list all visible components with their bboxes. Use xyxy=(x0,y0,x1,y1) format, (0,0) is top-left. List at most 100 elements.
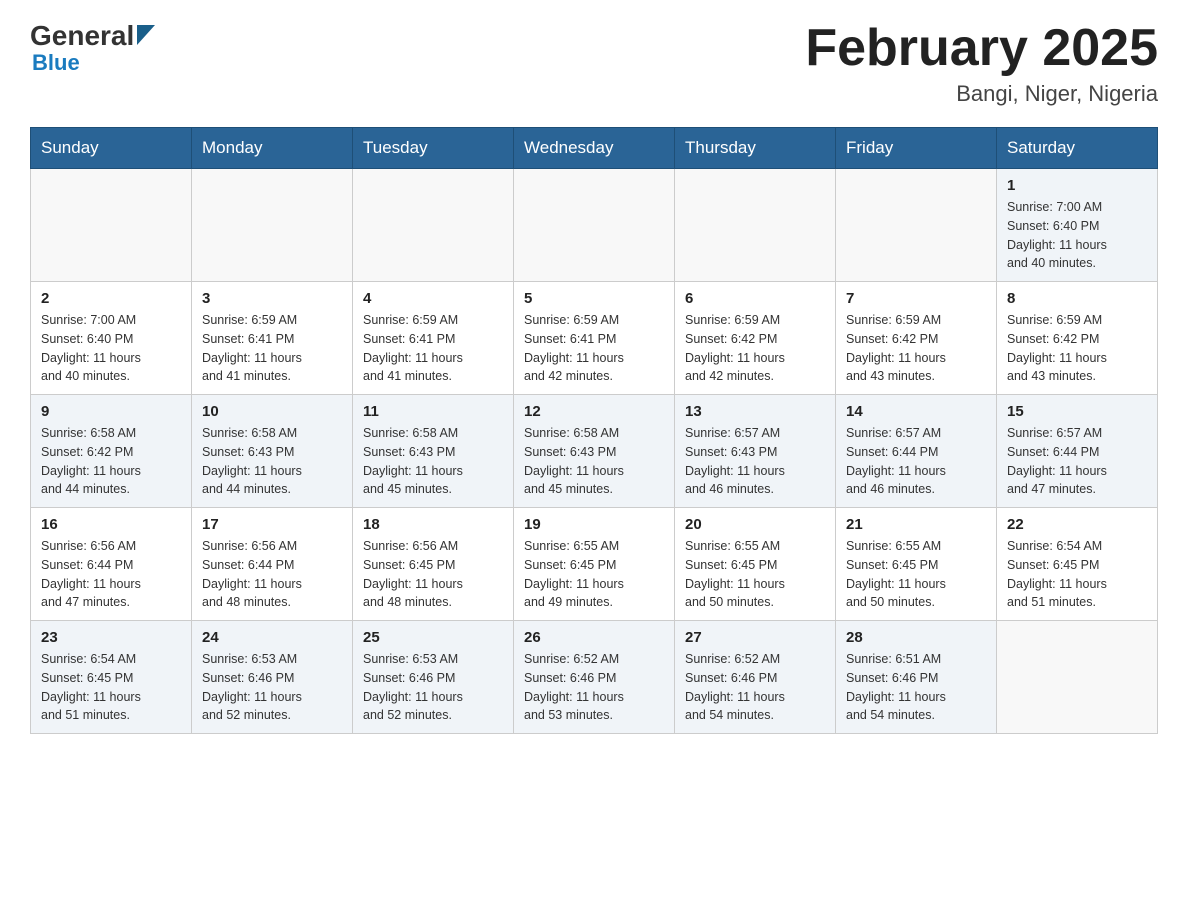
col-saturday: Saturday xyxy=(997,128,1158,169)
calendar-cell: 28 Sunrise: 6:51 AM Sunset: 6:46 PM Dayli… xyxy=(836,621,997,734)
calendar-cell: 5 Sunrise: 6:59 AM Sunset: 6:41 PM Daylig… xyxy=(514,282,675,395)
day-info: Sunrise: 7:00 AM Sunset: 6:40 PM Dayligh… xyxy=(41,311,181,386)
calendar-cell: 1 Sunrise: 7:00 AM Sunset: 6:40 PM Daylig… xyxy=(997,169,1158,282)
day-number: 21 xyxy=(846,516,986,533)
day-info: Sunrise: 6:55 AM Sunset: 6:45 PM Dayligh… xyxy=(846,537,986,612)
calendar-cell xyxy=(31,169,192,282)
day-number: 1 xyxy=(1007,177,1147,194)
day-number: 6 xyxy=(685,290,825,307)
calendar-header-row: Sunday Monday Tuesday Wednesday Thursday… xyxy=(31,128,1158,169)
month-title: February 2025 xyxy=(805,20,1158,77)
calendar-cell: 7 Sunrise: 6:59 AM Sunset: 6:42 PM Daylig… xyxy=(836,282,997,395)
location-label: Bangi, Niger, Nigeria xyxy=(805,81,1158,107)
day-info: Sunrise: 6:54 AM Sunset: 6:45 PM Dayligh… xyxy=(41,650,181,725)
day-number: 16 xyxy=(41,516,181,533)
day-info: Sunrise: 6:58 AM Sunset: 6:43 PM Dayligh… xyxy=(524,424,664,499)
day-number: 19 xyxy=(524,516,664,533)
day-info: Sunrise: 6:59 AM Sunset: 6:42 PM Dayligh… xyxy=(846,311,986,386)
calendar-cell xyxy=(192,169,353,282)
day-info: Sunrise: 6:52 AM Sunset: 6:46 PM Dayligh… xyxy=(524,650,664,725)
day-number: 11 xyxy=(363,403,503,420)
calendar-cell: 23 Sunrise: 6:54 AM Sunset: 6:45 PM Dayli… xyxy=(31,621,192,734)
calendar-cell: 17 Sunrise: 6:56 AM Sunset: 6:44 PM Dayli… xyxy=(192,508,353,621)
day-info: Sunrise: 6:58 AM Sunset: 6:43 PM Dayligh… xyxy=(363,424,503,499)
calendar-cell: 11 Sunrise: 6:58 AM Sunset: 6:43 PM Dayli… xyxy=(353,395,514,508)
day-number: 13 xyxy=(685,403,825,420)
day-info: Sunrise: 6:58 AM Sunset: 6:42 PM Dayligh… xyxy=(41,424,181,499)
day-number: 23 xyxy=(41,629,181,646)
page-header: General Blue February 2025 Bangi, Niger,… xyxy=(30,20,1158,107)
calendar-cell: 12 Sunrise: 6:58 AM Sunset: 6:43 PM Dayli… xyxy=(514,395,675,508)
calendar-cell: 8Sunrise: 6:59 AM Sunset: 6:42 PM Daylig… xyxy=(997,282,1158,395)
day-number: 27 xyxy=(685,629,825,646)
day-info: Sunrise: 6:58 AM Sunset: 6:43 PM Dayligh… xyxy=(202,424,342,499)
day-number: 9 xyxy=(41,403,181,420)
day-info: Sunrise: 7:00 AM Sunset: 6:40 PM Dayligh… xyxy=(1007,198,1147,273)
day-info: Sunrise: 6:53 AM Sunset: 6:46 PM Dayligh… xyxy=(363,650,503,725)
day-info: Sunrise: 6:51 AM Sunset: 6:46 PM Dayligh… xyxy=(846,650,986,725)
week-row-4: 16 Sunrise: 6:56 AM Sunset: 6:44 PM Dayli… xyxy=(31,508,1158,621)
col-thursday: Thursday xyxy=(675,128,836,169)
calendar-cell: 22 Sunrise: 6:54 AM Sunset: 6:45 PM Dayli… xyxy=(997,508,1158,621)
day-number: 12 xyxy=(524,403,664,420)
day-number: 18 xyxy=(363,516,503,533)
day-info: Sunrise: 6:55 AM Sunset: 6:45 PM Dayligh… xyxy=(685,537,825,612)
calendar-cell xyxy=(836,169,997,282)
calendar-cell: 27 Sunrise: 6:52 AM Sunset: 6:46 PM Dayli… xyxy=(675,621,836,734)
calendar-cell: 13 Sunrise: 6:57 AM Sunset: 6:43 PM Dayli… xyxy=(675,395,836,508)
calendar-cell: 3Sunrise: 6:59 AM Sunset: 6:41 PM Daylig… xyxy=(192,282,353,395)
logo: General Blue xyxy=(30,20,155,76)
title-section: February 2025 Bangi, Niger, Nigeria xyxy=(805,20,1158,107)
day-info: Sunrise: 6:56 AM Sunset: 6:44 PM Dayligh… xyxy=(202,537,342,612)
col-tuesday: Tuesday xyxy=(353,128,514,169)
day-number: 10 xyxy=(202,403,342,420)
calendar-cell: 14 Sunrise: 6:57 AM Sunset: 6:44 PM Dayli… xyxy=(836,395,997,508)
calendar-cell xyxy=(675,169,836,282)
calendar-cell: 24Sunrise: 6:53 AM Sunset: 6:46 PM Dayli… xyxy=(192,621,353,734)
col-wednesday: Wednesday xyxy=(514,128,675,169)
calendar-cell xyxy=(514,169,675,282)
day-number: 17 xyxy=(202,516,342,533)
day-number: 28 xyxy=(846,629,986,646)
day-info: Sunrise: 6:59 AM Sunset: 6:42 PM Dayligh… xyxy=(685,311,825,386)
calendar-cell xyxy=(353,169,514,282)
calendar-cell: 6 Sunrise: 6:59 AM Sunset: 6:42 PM Daylig… xyxy=(675,282,836,395)
calendar-cell: 19 Sunrise: 6:55 AM Sunset: 6:45 PM Dayli… xyxy=(514,508,675,621)
day-info: Sunrise: 6:57 AM Sunset: 6:43 PM Dayligh… xyxy=(685,424,825,499)
col-sunday: Sunday xyxy=(31,128,192,169)
day-number: 25 xyxy=(363,629,503,646)
calendar-cell: 20 Sunrise: 6:55 AM Sunset: 6:45 PM Dayli… xyxy=(675,508,836,621)
day-info: Sunrise: 6:52 AM Sunset: 6:46 PM Dayligh… xyxy=(685,650,825,725)
calendar-cell: 2 Sunrise: 7:00 AM Sunset: 6:40 PM Daylig… xyxy=(31,282,192,395)
calendar-cell: 21 Sunrise: 6:55 AM Sunset: 6:45 PM Dayli… xyxy=(836,508,997,621)
calendar-cell: 25 Sunrise: 6:53 AM Sunset: 6:46 PM Dayli… xyxy=(353,621,514,734)
day-number: 20 xyxy=(685,516,825,533)
week-row-5: 23 Sunrise: 6:54 AM Sunset: 6:45 PM Dayli… xyxy=(31,621,1158,734)
day-number: 4 xyxy=(363,290,503,307)
day-info: Sunrise: 6:56 AM Sunset: 6:44 PM Dayligh… xyxy=(41,537,181,612)
day-info: Sunrise: 6:54 AM Sunset: 6:45 PM Dayligh… xyxy=(1007,537,1147,612)
day-number: 22 xyxy=(1007,516,1147,533)
logo-arrow-icon xyxy=(137,20,155,52)
calendar-cell: 4 Sunrise: 6:59 AM Sunset: 6:41 PM Daylig… xyxy=(353,282,514,395)
day-number: 5 xyxy=(524,290,664,307)
day-info: Sunrise: 6:57 AM Sunset: 6:44 PM Dayligh… xyxy=(846,424,986,499)
calendar-cell: 16 Sunrise: 6:56 AM Sunset: 6:44 PM Dayli… xyxy=(31,508,192,621)
day-number: 15 xyxy=(1007,403,1147,420)
day-info: Sunrise: 6:56 AM Sunset: 6:45 PM Dayligh… xyxy=(363,537,503,612)
calendar-cell: 9 Sunrise: 6:58 AM Sunset: 6:42 PM Daylig… xyxy=(31,395,192,508)
day-number: 24 xyxy=(202,629,342,646)
day-info: Sunrise: 6:59 AM Sunset: 6:41 PM Dayligh… xyxy=(524,311,664,386)
day-info: Sunrise: 6:59 AM Sunset: 6:41 PM Dayligh… xyxy=(363,311,503,386)
day-number: 7 xyxy=(846,290,986,307)
calendar-cell: 26Sunrise: 6:52 AM Sunset: 6:46 PM Dayli… xyxy=(514,621,675,734)
day-number: 2 xyxy=(41,290,181,307)
week-row-3: 9 Sunrise: 6:58 AM Sunset: 6:42 PM Daylig… xyxy=(31,395,1158,508)
day-number: 14 xyxy=(846,403,986,420)
col-friday: Friday xyxy=(836,128,997,169)
logo-blue-label: Blue xyxy=(32,50,80,76)
week-row-2: 2 Sunrise: 7:00 AM Sunset: 6:40 PM Daylig… xyxy=(31,282,1158,395)
day-info: Sunrise: 6:55 AM Sunset: 6:45 PM Dayligh… xyxy=(524,537,664,612)
day-number: 3 xyxy=(202,290,342,307)
calendar-cell xyxy=(997,621,1158,734)
